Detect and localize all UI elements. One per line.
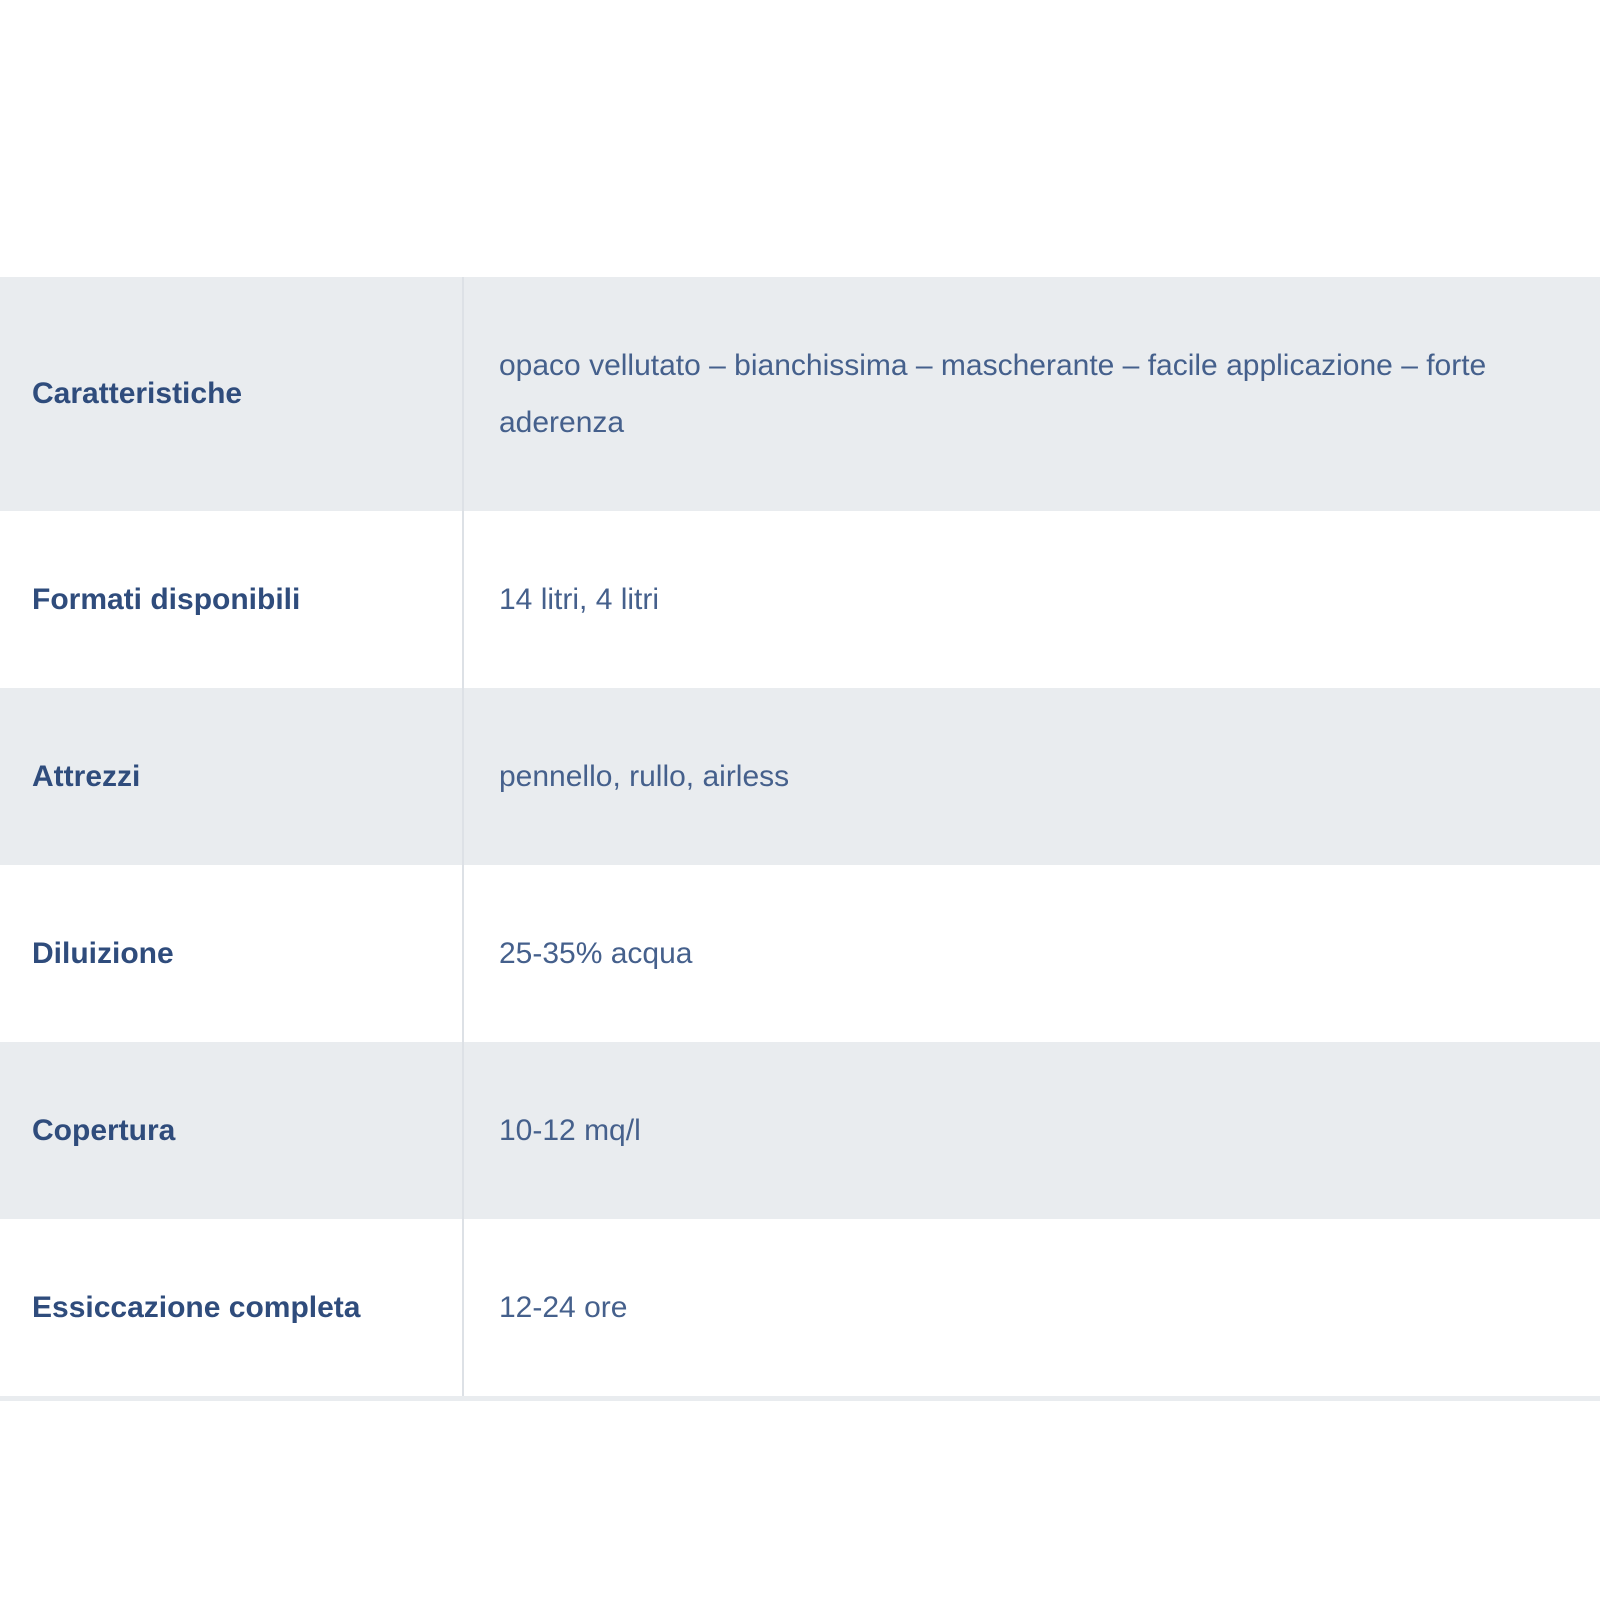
table-row: Caratteristiche opaco vellutato – bianch… xyxy=(0,277,1600,511)
spec-value: 12-24 ore xyxy=(463,1219,1600,1396)
table-row: Copertura 10-12 mq/l xyxy=(0,1042,1600,1219)
spec-label: Caratteristiche xyxy=(0,277,464,511)
spec-label: Copertura xyxy=(0,1042,464,1219)
table-bottom-border xyxy=(0,1396,1600,1401)
table-row: Diluizione 25-35% acqua xyxy=(0,865,1600,1042)
spec-value: 25-35% acqua xyxy=(463,865,1600,1042)
spec-label: Attrezzi xyxy=(0,688,464,865)
spec-label: Formati disponibili xyxy=(0,511,464,688)
spec-value: opaco vellutato – bianchissima – mascher… xyxy=(463,277,1600,511)
page: Caratteristiche opaco vellutato – bianch… xyxy=(0,0,1600,1600)
table-row: Formati disponibili 14 litri, 4 litri xyxy=(0,511,1600,688)
spec-label: Diluizione xyxy=(0,865,464,1042)
spec-value: pennello, rullo, airless xyxy=(463,688,1600,865)
table-row: Attrezzi pennello, rullo, airless xyxy=(0,688,1600,865)
spec-value: 10-12 mq/l xyxy=(463,1042,1600,1219)
table-row: Essiccazione completa 12-24 ore xyxy=(0,1219,1600,1396)
spec-label: Essiccazione completa xyxy=(0,1219,464,1396)
product-specs-table: Caratteristiche opaco vellutato – bianch… xyxy=(0,277,1600,1396)
spec-value: 14 litri, 4 litri xyxy=(463,511,1600,688)
